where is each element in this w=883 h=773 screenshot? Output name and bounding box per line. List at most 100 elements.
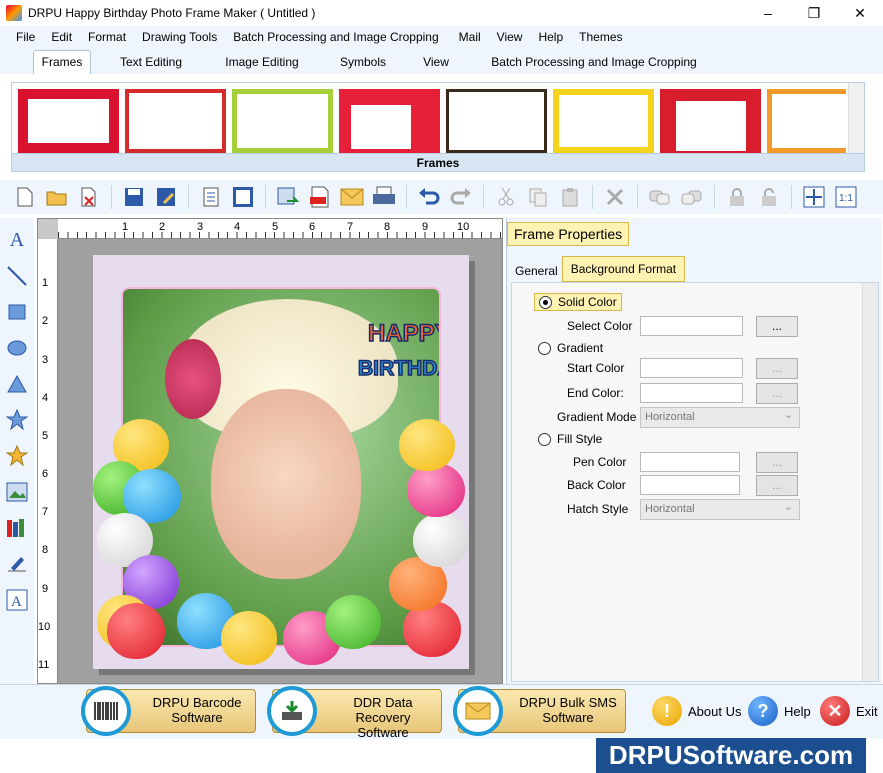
- tab-frames[interactable]: Frames: [33, 50, 91, 74]
- ellipse-tool-icon[interactable]: [3, 332, 31, 364]
- unlock-icon[interactable]: [756, 184, 782, 210]
- send-backward-icon[interactable]: [679, 184, 705, 210]
- fill-style-radio[interactable]: [538, 433, 551, 447]
- end-color-field[interactable]: [640, 383, 743, 403]
- signature-tool-icon[interactable]: [3, 548, 31, 580]
- page-properties-icon[interactable]: [198, 184, 224, 210]
- select-color-browse-button[interactable]: ...: [756, 316, 798, 337]
- gallery-scrollbar[interactable]: [848, 83, 864, 153]
- maximize-button[interactable]: ❐: [791, 0, 837, 26]
- frame-thumb-orange[interactable]: [767, 89, 846, 153]
- frame-thumb-brown[interactable]: [446, 89, 547, 153]
- fit-to-window-icon[interactable]: [801, 184, 827, 210]
- start-color-field[interactable]: [640, 358, 743, 378]
- back-color-field[interactable]: [640, 475, 740, 495]
- fill-style-option[interactable]: Fill Style: [538, 432, 602, 447]
- back-color-browse-button[interactable]: ...: [756, 475, 798, 496]
- save-as-icon[interactable]: [153, 184, 179, 210]
- tab-symbols[interactable]: Symbols: [337, 51, 389, 74]
- star-tool-icon[interactable]: [3, 404, 31, 436]
- delete-icon[interactable]: [602, 184, 628, 210]
- data-recovery-icon: [267, 686, 317, 736]
- mail-icon[interactable]: [339, 184, 365, 210]
- menu-edit[interactable]: Edit: [43, 30, 80, 44]
- rectangle-tool-icon[interactable]: [3, 296, 31, 328]
- paste-icon[interactable]: [557, 184, 583, 210]
- about-us-button[interactable]: ! About Us: [652, 689, 741, 733]
- cut-icon[interactable]: [493, 184, 519, 210]
- frame-border-icon[interactable]: [230, 184, 256, 210]
- properties-scrollbar[interactable]: [862, 283, 878, 681]
- print-icon[interactable]: [371, 184, 397, 210]
- open-folder-icon[interactable]: [44, 184, 70, 210]
- menu-themes[interactable]: Themes: [571, 30, 630, 44]
- solid-color-radio[interactable]: [539, 296, 552, 310]
- ruler-label: 6: [42, 468, 49, 480]
- lock-icon[interactable]: [724, 184, 750, 210]
- solid-color-option[interactable]: Solid Color: [534, 293, 622, 312]
- save-icon[interactable]: [121, 184, 147, 210]
- tab-text-editing[interactable]: Text Editing: [117, 51, 185, 74]
- image-tool-icon[interactable]: [3, 476, 31, 508]
- end-color-browse-button[interactable]: ...: [756, 383, 798, 404]
- exit-button[interactable]: ✕ Exit: [820, 689, 878, 733]
- hatch-style-select[interactable]: Horizontal: [640, 498, 800, 520]
- library-tool-icon[interactable]: [3, 512, 31, 544]
- tab-view[interactable]: View: [419, 51, 453, 74]
- hatch-style-label: Hatch Style: [567, 502, 629, 516]
- frame-thumb-balloons[interactable]: [339, 89, 440, 153]
- pen-color-browse-button[interactable]: ...: [756, 452, 798, 473]
- new-file-icon[interactable]: [12, 184, 38, 210]
- frame-thumb-green[interactable]: [232, 89, 333, 153]
- frame-thumb-red-border[interactable]: [125, 89, 226, 153]
- export-pdf-icon[interactable]: [307, 184, 333, 210]
- frame-thumb-hearts[interactable]: [18, 89, 119, 153]
- bring-forward-icon[interactable]: [647, 184, 673, 210]
- tab-image-editing[interactable]: Image Editing: [223, 51, 301, 74]
- gradient-option[interactable]: Gradient: [538, 341, 603, 356]
- end-color-label: End Color:: [567, 386, 624, 400]
- triangle-tool-icon[interactable]: [3, 368, 31, 400]
- birthday-word: BIRTHDAY: [358, 357, 441, 380]
- copy-icon[interactable]: [525, 184, 551, 210]
- background-format-form: Solid Color Select Color ... Gradient St…: [511, 282, 879, 682]
- help-button[interactable]: ? Help: [748, 689, 811, 733]
- frame-page[interactable]: HAPPY BIRTHDAY: [93, 255, 469, 669]
- barcode-software-button[interactable]: DRPU Barcode Software: [81, 686, 256, 736]
- word-art-tool-icon[interactable]: A: [3, 584, 31, 616]
- undo-icon[interactable]: [416, 184, 442, 210]
- text-tool-icon[interactable]: A: [3, 224, 31, 256]
- tab-batch-processing[interactable]: Batch Processing and Image Cropping: [489, 51, 699, 74]
- minimize-button[interactable]: –: [745, 0, 791, 26]
- pen-color-field[interactable]: [640, 452, 740, 472]
- gradient-mode-select[interactable]: Horizontal: [640, 406, 800, 428]
- toolbar-separator: [483, 185, 484, 209]
- bulk-sms-software-button[interactable]: DRPU Bulk SMS Software: [453, 686, 626, 736]
- gradient-radio[interactable]: [538, 342, 551, 356]
- export-image-icon[interactable]: [275, 184, 301, 210]
- start-color-browse-button[interactable]: ...: [756, 358, 798, 379]
- recovery-line2: Software: [357, 725, 409, 740]
- shapes-tool-icon[interactable]: [3, 440, 31, 472]
- menu-batch-processing[interactable]: Batch Processing and Image Cropping: [225, 30, 446, 44]
- tab-general[interactable]: General: [511, 260, 562, 282]
- data-recovery-software-button[interactable]: DDR Data Recovery Software: [267, 686, 442, 740]
- menu-format[interactable]: Format: [80, 30, 134, 44]
- menu-view[interactable]: View: [489, 30, 531, 44]
- menu-mail[interactable]: Mail: [447, 30, 489, 44]
- close-button[interactable]: ✕: [837, 0, 883, 26]
- design-canvas[interactable]: 1 2 3 4 5 6 7 8 9 10 1 2 3 4 5 6 7 8 9 1…: [37, 218, 503, 684]
- frame-thumb-yellow[interactable]: [553, 89, 654, 153]
- sms-line2: Software: [542, 710, 594, 725]
- menu-drawing-tools[interactable]: Drawing Tools: [134, 30, 225, 44]
- start-color-label: Start Color: [567, 361, 625, 375]
- close-file-icon[interactable]: [76, 184, 102, 210]
- select-color-field[interactable]: [640, 316, 743, 336]
- menu-file[interactable]: File: [0, 30, 43, 44]
- frame-thumb-red-ribbon[interactable]: [660, 89, 761, 153]
- redo-icon[interactable]: [448, 184, 474, 210]
- menu-help[interactable]: Help: [530, 30, 571, 44]
- actual-size-icon[interactable]: 1:1: [833, 184, 859, 210]
- tab-background-format[interactable]: Background Format: [561, 256, 686, 282]
- line-tool-icon[interactable]: [3, 260, 31, 292]
